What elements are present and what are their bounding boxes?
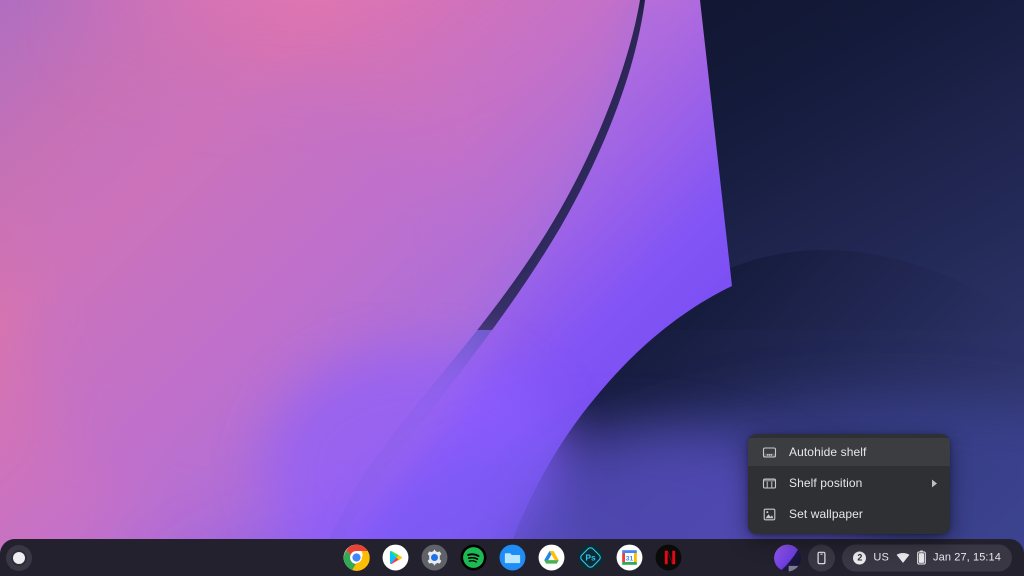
netflix-icon [655, 544, 681, 571]
launcher-icon [13, 551, 25, 564]
set-wallpaper-icon [762, 507, 777, 522]
menu-item-label: Autohide shelf [789, 445, 867, 459]
shelf-app-files[interactable] [499, 544, 526, 571]
phone-icon [817, 551, 826, 564]
settings-gear-icon [421, 544, 447, 571]
shelf-app-photoshop[interactable]: Ps [577, 544, 604, 571]
shelf-app-netflix[interactable] [655, 544, 682, 571]
spotify-icon [460, 544, 486, 571]
shelf-app-spotify[interactable] [460, 544, 487, 571]
wifi-icon [896, 552, 910, 563]
battery-icon [917, 550, 926, 565]
notification-count-badge: 2 [853, 551, 867, 564]
photoshop-icon: Ps [577, 544, 603, 571]
shelf-app-google-calendar[interactable]: 31 [616, 544, 643, 571]
launcher-button[interactable] [6, 544, 32, 571]
shelf-app-settings[interactable] [421, 544, 448, 571]
shelf-position-icon [762, 476, 777, 491]
svg-text:31: 31 [625, 555, 633, 562]
svg-text:Ps: Ps [585, 553, 596, 563]
system-status-tray[interactable]: 2 US Jan 27, 15:14 [842, 544, 1012, 571]
menu-item-set-wallpaper[interactable]: Set wallpaper [748, 500, 950, 528]
menu-item-label: Set wallpaper [789, 507, 864, 521]
chrome-icon [343, 544, 370, 571]
ime-indicator: US [873, 551, 890, 564]
files-folder-icon [499, 544, 525, 571]
user-avatar[interactable] [774, 544, 802, 571]
menu-item-shelf-position[interactable]: Shelf position [748, 469, 950, 497]
phone-hub-button[interactable] [808, 544, 836, 571]
shelf-app-google-drive[interactable] [538, 544, 565, 571]
shelf-app-play-store[interactable] [382, 544, 409, 571]
autohide-shelf-icon [762, 445, 777, 460]
menu-item-label: Shelf position [789, 476, 863, 490]
shelf-app-chrome[interactable] [343, 544, 370, 571]
google-calendar-icon: 31 [616, 544, 642, 571]
chevron-right-icon [930, 478, 938, 488]
play-store-icon [382, 544, 408, 571]
avatar-image [774, 544, 802, 571]
google-drive-icon [538, 544, 564, 571]
status-area: 2 US Jan 27, 15:14 [774, 544, 1012, 571]
shelf-context-menu[interactable]: Autohide shelf Shelf position Set wallpa… [748, 434, 950, 534]
menu-item-autohide-shelf[interactable]: Autohide shelf [748, 438, 950, 466]
clock-label: Jan 27, 15:14 [933, 551, 1001, 564]
shelf[interactable]: Ps 31 2 US Jan 27, 15:14 [0, 539, 1024, 576]
